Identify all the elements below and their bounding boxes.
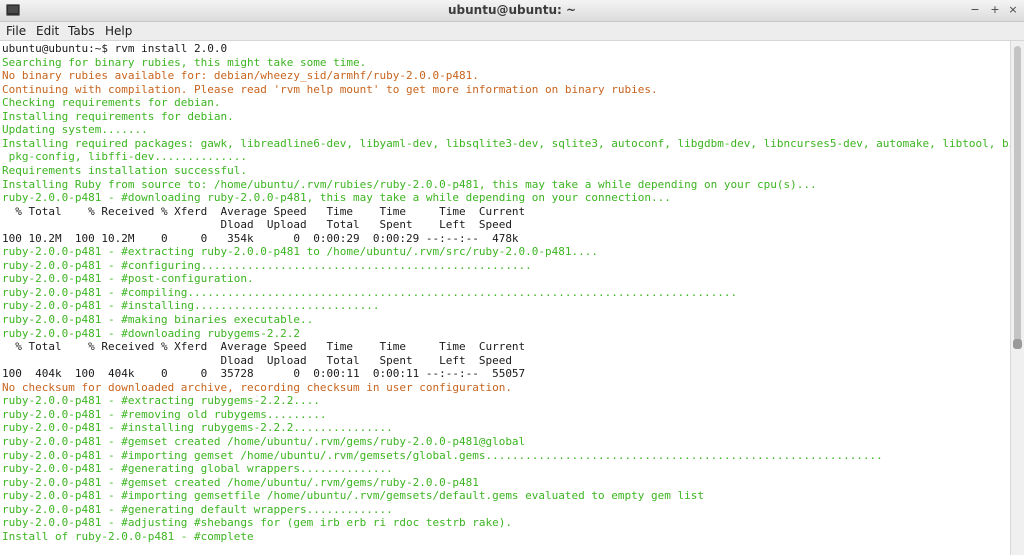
terminal-line: Updating system.......	[2, 123, 148, 137]
terminal-line: No checksum for downloaded archive, reco…	[2, 380, 512, 394]
terminal-line: ruby-2.0.0-p481 - #generating global wra…	[2, 462, 393, 476]
maximize-icon[interactable]: +	[988, 3, 1002, 17]
terminal-line: ruby-2.0.0-p481 - #adjusting #shebangs f…	[2, 516, 512, 530]
terminal-line: Searching for binary rubies, this might …	[2, 55, 367, 69]
terminal-line: Installing required packages: gawk, libr…	[2, 136, 1010, 150]
terminal-line: ruby-2.0.0-p481 - #installing...........…	[2, 299, 380, 313]
menu-file[interactable]: File	[6, 24, 26, 38]
terminal-line: ubuntu@ubuntu:~$ rvm install 2.0.0	[2, 42, 228, 55]
scrollbar-thumb[interactable]	[1014, 46, 1021, 342]
terminal-line: ruby-2.0.0-p481 - #importing gemsetfile …	[2, 489, 704, 503]
terminal-line: % Total % Received % Xferd Average Speed…	[2, 340, 526, 354]
terminal-line: Installing requirements for debian.	[2, 109, 234, 123]
terminal-line: Dload Upload Total Spent Left Speed	[2, 353, 512, 367]
scrollbar-position-marker[interactable]	[1013, 339, 1022, 349]
terminal-line: ruby-2.0.0-p481 - #installing rubygems-2…	[2, 421, 393, 435]
terminal-line: ruby-2.0.0-p481 - #gemset created /home/…	[2, 434, 526, 448]
terminal-line: Dload Upload Total Spent Left Speed	[2, 218, 512, 232]
terminal-line: ruby-2.0.0-p481 - #gemset created /home/…	[2, 475, 479, 489]
window-title: ubuntu@ubuntu: ~	[447, 3, 577, 17]
terminal-line: ruby-2.0.0-p481 - #compiling............…	[2, 285, 738, 299]
terminal-output[interactable]: ubuntu@ubuntu:~$ rvm install 2.0.0 Search…	[0, 41, 1010, 555]
terminal-line: Installing Ruby from source to: /home/ub…	[2, 177, 817, 191]
terminal-line: Requirements installation successful.	[2, 163, 248, 177]
menu-edit[interactable]: Edit	[36, 24, 59, 38]
minimize-icon[interactable]: −	[968, 3, 982, 17]
terminal-line: ruby-2.0.0-p481 - #removing old rubygems…	[2, 407, 327, 421]
menu-tabs[interactable]: Tabs	[68, 24, 95, 38]
terminal-window: ubuntu@ubuntu: ~ − + × File Edit Tabs He…	[0, 0, 1024, 555]
terminal-line: ruby-2.0.0-p481 - #downloading rubygems-…	[2, 326, 301, 340]
terminal-line: ruby-2.0.0-p481 - #extracting ruby-2.0.0…	[2, 245, 599, 259]
terminal-line: % Total % Received % Xferd Average Speed…	[2, 204, 526, 218]
terminal-line: 100 10.2M 100 10.2M 0 0 354k 0 0:00:29 0…	[2, 231, 519, 245]
terminal-line: No binary rubies available for: debian/w…	[2, 69, 479, 83]
menu-help[interactable]: Help	[105, 24, 132, 38]
terminal-line: pkg-config, libffi-dev..............	[2, 150, 248, 164]
terminal-line: ruby-2.0.0-p481 - #making binaries execu…	[2, 313, 314, 326]
terminal-line: ruby-2.0.0-p481 - #downloading ruby-2.0.…	[2, 191, 671, 205]
menu-bar: File Edit Tabs Help	[0, 22, 1024, 41]
terminal-line: ruby-2.0.0-p481 - #importing gemset /hom…	[2, 448, 883, 462]
close-icon[interactable]: ×	[1006, 3, 1020, 17]
terminal-line: Checking requirements for debian.	[2, 96, 221, 110]
title-bar[interactable]: ubuntu@ubuntu: ~ − + ×	[0, 0, 1024, 22]
vertical-scrollbar[interactable]	[1010, 41, 1024, 555]
terminal-line: ruby-2.0.0-p481 - #configuring..........…	[2, 258, 532, 272]
terminal-line: ruby-2.0.0-p481 - #extracting rubygems-2…	[2, 394, 320, 408]
terminal-line: Install of ruby-2.0.0-p481 - #complete	[2, 529, 254, 543]
terminal-line: 100 404k 100 404k 0 0 35728 0 0:00:11 0:…	[2, 367, 526, 381]
terminal-line: ruby-2.0.0-p481 - #generating default wr…	[2, 502, 393, 516]
terminal-line: Continuing with compilation. Please read…	[2, 82, 658, 96]
terminal-line: ruby-2.0.0-p481 - #post-configuration.	[2, 272, 254, 286]
